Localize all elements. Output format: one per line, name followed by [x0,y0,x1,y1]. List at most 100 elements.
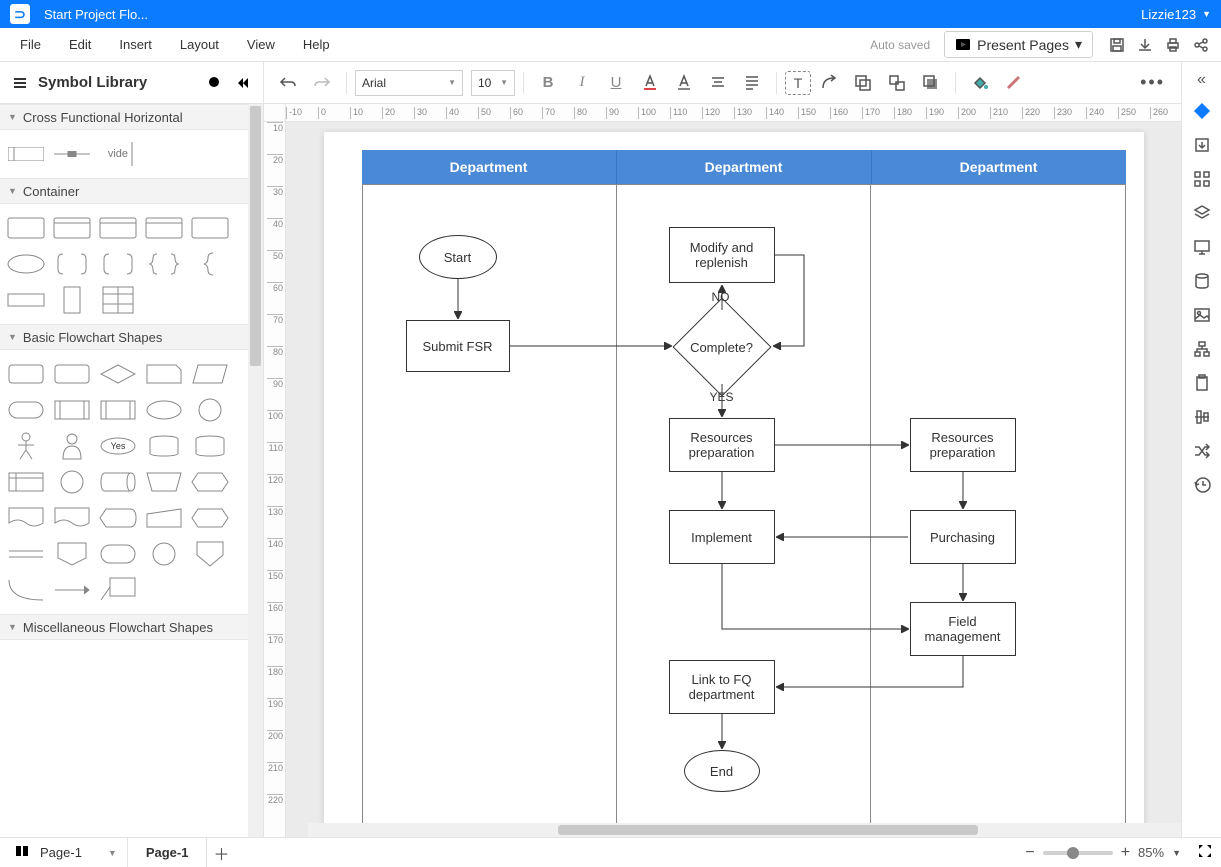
pages-icon-button[interactable] [8,843,36,862]
underline-button[interactable]: U [600,68,632,98]
shuffle-button[interactable] [1187,436,1217,466]
shape-arrow[interactable] [50,574,94,606]
font-size-select[interactable]: 10▼ [471,70,515,96]
shape-container-1[interactable] [4,212,48,244]
font-family-select[interactable]: Arial▼ [355,70,463,96]
shape-container-4[interactable] [142,212,186,244]
bold-button[interactable]: B [532,68,564,98]
history-button[interactable] [1187,470,1217,500]
highlight-button[interactable] [668,68,700,98]
shape-direct-data[interactable] [96,466,140,498]
save-button[interactable] [1103,31,1131,59]
node-purchasing[interactable]: Purchasing [910,510,1016,564]
text-tool-button[interactable]: T [785,71,811,95]
shape-brackets-1[interactable] [50,248,94,280]
shape-vbar[interactable] [50,284,94,316]
node-end[interactable]: End [684,750,760,792]
shape-data[interactable] [188,358,232,390]
shape-brackets-2[interactable] [96,248,140,280]
canvas-viewport[interactable]: Department Department Department Start S… [286,122,1181,837]
shape-braces-1[interactable] [142,248,186,280]
shape-arc[interactable] [4,574,48,606]
page-tab-1[interactable]: Page-1 [128,838,208,867]
shape-internal[interactable] [4,466,48,498]
shape-yes[interactable]: Yes [96,430,140,462]
front-button[interactable] [915,68,947,98]
lane-header-1[interactable]: Department [362,150,617,184]
more-tools-button[interactable]: ••• [1132,72,1173,93]
redo-button[interactable] [306,68,338,98]
node-complete[interactable]: Complete? [687,312,757,382]
valign-button[interactable] [736,68,768,98]
zoom-in-button[interactable]: + [1121,844,1130,862]
shape-prep[interactable] [188,466,232,498]
shape-rounded[interactable] [96,538,140,570]
fill-button[interactable] [964,68,996,98]
lane-1[interactable] [363,185,617,833]
shape-database[interactable] [142,430,186,462]
shape-predefined2[interactable] [96,394,140,426]
category-header-container[interactable]: ▼Container× [0,178,263,204]
presentation-button[interactable] [1187,232,1217,262]
shape-user[interactable] [50,430,94,462]
shape-hexagon[interactable] [188,502,232,534]
lane-3[interactable] [871,185,1124,833]
node-resources-2[interactable]: Resources preparation [910,418,1016,472]
shape-document[interactable] [4,502,48,534]
menu-insert[interactable]: Insert [105,31,166,58]
shape-process[interactable] [4,358,48,390]
zoom-out-button[interactable]: − [1025,844,1034,862]
shape-separator[interactable] [50,138,94,170]
node-field[interactable]: Field management [910,602,1016,656]
shape-lines[interactable] [4,538,48,570]
caret-down-icon[interactable]: ▼ [1172,848,1181,858]
shape-predefined[interactable] [50,394,94,426]
shape-brace-single[interactable] [188,248,232,280]
node-implement[interactable]: Implement [669,510,775,564]
shape-display[interactable] [96,502,140,534]
page-select[interactable]: Page-1▼ [36,838,128,867]
user-menu[interactable]: Lizzie123 ▼ [1141,7,1211,22]
shape-container-2[interactable] [50,212,94,244]
lane-header-3[interactable]: Department [872,150,1126,184]
right-collapse-button[interactable]: « [1197,68,1206,92]
node-resources-1[interactable]: Resources preparation [669,418,775,472]
shape-bar[interactable] [4,284,48,316]
menu-layout[interactable]: Layout [166,31,233,58]
menu-file[interactable]: File [6,31,55,58]
lane-header-2[interactable]: Department [617,150,872,184]
zoom-thumb[interactable] [1067,847,1079,859]
node-modify[interactable]: Modify and replenish [669,227,775,283]
grid-button[interactable] [1187,164,1217,194]
connector-button[interactable] [813,68,845,98]
shape-circle2[interactable] [50,466,94,498]
category-header-misc[interactable]: ▼Miscellaneous Flowchart Shapes× [0,614,263,640]
download-button[interactable] [1131,31,1159,59]
fullscreen-button[interactable] [1197,843,1213,862]
add-page-button[interactable]: ＋ [207,841,235,865]
shape-ellipse2[interactable] [142,394,186,426]
shape-circle[interactable] [188,394,232,426]
category-header-cross-functional[interactable]: ▼Cross Functional Horizontal× [0,104,263,130]
image-button[interactable] [1187,300,1217,330]
shape-grid[interactable] [96,284,140,316]
zoom-slider[interactable] [1043,851,1113,855]
menu-help[interactable]: Help [289,31,344,58]
export-button[interactable] [1187,130,1217,160]
shape-manual-op[interactable] [142,466,186,498]
shape-note[interactable] [96,574,140,606]
shape-document2[interactable] [50,502,94,534]
data-button[interactable] [1187,266,1217,296]
shape-container-3[interactable] [96,212,140,244]
menu-edit[interactable]: Edit [55,31,105,58]
italic-button[interactable]: I [566,68,598,98]
shape-container-5[interactable] [188,212,232,244]
shape-manual-input[interactable] [142,502,186,534]
shape-ellipse[interactable] [4,248,48,280]
shape-card[interactable] [142,358,186,390]
shape-offpage2[interactable] [188,538,232,570]
shape-database2[interactable] [188,430,232,462]
h-scrollbar-track[interactable] [308,823,1181,837]
library-scroll[interactable]: ▼Cross Functional Horizontal× vide ▼Cont… [0,104,263,837]
print-button[interactable] [1159,31,1187,59]
